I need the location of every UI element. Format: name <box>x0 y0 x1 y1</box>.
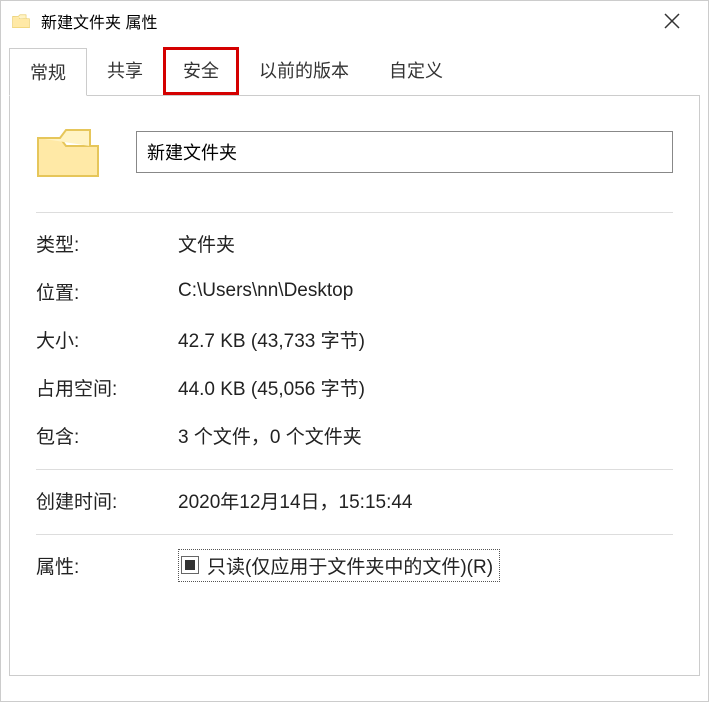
readonly-label: 只读(仅应用于文件夹中的文件)(R) <box>207 552 493 579</box>
readonly-checkbox[interactable] <box>181 556 199 574</box>
label-size: 大小: <box>36 326 178 353</box>
window-title: 新建文件夹 属性 <box>41 9 652 33</box>
header-row <box>36 120 673 184</box>
row-attributes: 属性: 只读(仅应用于文件夹中的文件)(R) <box>36 541 673 589</box>
tab-general[interactable]: 常规 <box>9 48 87 96</box>
divider <box>36 212 673 213</box>
tabs: 常规 共享 安全 以前的版本 自定义 <box>9 47 700 676</box>
value-size-on-disk: 44.0 KB (45,056 字节) <box>178 374 365 401</box>
label-created: 创建时间: <box>36 487 178 514</box>
value-attributes: 只读(仅应用于文件夹中的文件)(R) <box>178 549 500 582</box>
label-type: 类型: <box>36 230 178 257</box>
readonly-checkbox-wrap[interactable]: 只读(仅应用于文件夹中的文件)(R) <box>178 549 500 582</box>
tab-security[interactable]: 安全 <box>163 47 239 95</box>
label-location: 位置: <box>36 278 178 305</box>
tab-previous-versions[interactable]: 以前的版本 <box>239 47 369 95</box>
value-size: 42.7 KB (43,733 字节) <box>178 326 365 353</box>
row-location: 位置: C:\Users\nn\Desktop <box>36 267 673 315</box>
divider <box>36 469 673 470</box>
divider <box>36 534 673 535</box>
properties-window: 新建文件夹 属性 常规 共享 安全 以前的版本 自定义 <box>0 0 709 702</box>
row-size: 大小: 42.7 KB (43,733 字节) <box>36 315 673 363</box>
tab-body-general: 类型: 文件夹 位置: C:\Users\nn\Desktop 大小: 42.7… <box>9 96 700 676</box>
row-size-on-disk: 占用空间: 44.0 KB (45,056 字节) <box>36 363 673 411</box>
value-type: 文件夹 <box>178 230 235 257</box>
row-type: 类型: 文件夹 <box>36 219 673 267</box>
titlebar: 新建文件夹 属性 <box>1 1 708 41</box>
label-size-on-disk: 占用空间: <box>36 374 178 401</box>
folder-name-input[interactable] <box>136 131 673 173</box>
value-created: 2020年12月14日，15:15:44 <box>178 487 413 514</box>
tab-share[interactable]: 共享 <box>87 47 163 95</box>
row-created: 创建时间: 2020年12月14日，15:15:44 <box>36 476 673 524</box>
label-attributes: 属性: <box>36 552 178 579</box>
checkbox-indeterminate-icon <box>185 560 195 570</box>
row-contains: 包含: 3 个文件，0 个文件夹 <box>36 411 673 459</box>
tab-customize[interactable]: 自定义 <box>369 47 463 95</box>
value-contains: 3 个文件，0 个文件夹 <box>178 422 362 449</box>
close-button[interactable] <box>652 6 692 36</box>
tab-panel: 常规 共享 安全 以前的版本 自定义 <box>1 41 708 701</box>
folder-icon <box>11 11 31 31</box>
value-location: C:\Users\nn\Desktop <box>178 280 353 302</box>
close-icon <box>664 13 680 29</box>
folder-large-icon <box>36 120 100 184</box>
label-contains: 包含: <box>36 422 178 449</box>
